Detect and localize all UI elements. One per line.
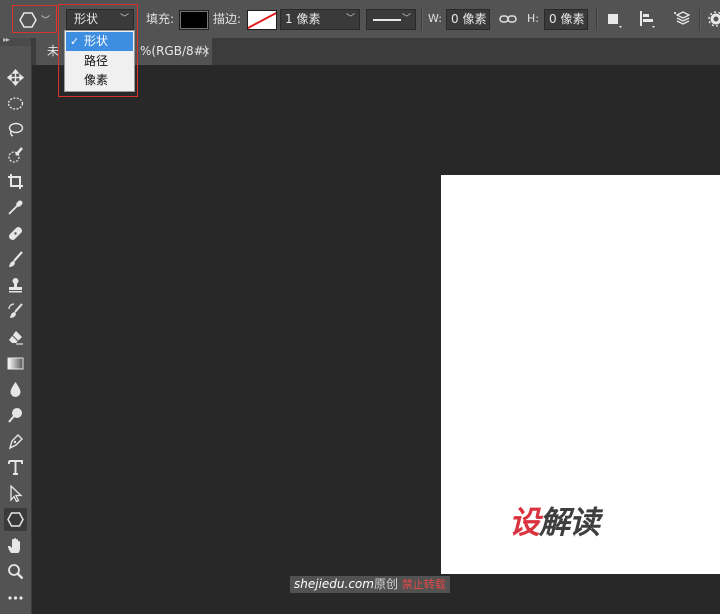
polygon-icon [7, 512, 24, 527]
path-operations-icon [608, 14, 622, 28]
brush-tool[interactable] [4, 248, 27, 271]
move-tool[interactable] [4, 66, 27, 89]
eyedropper-icon [8, 200, 23, 215]
collapse-arrows-icon: ▸▸ [3, 35, 10, 44]
dropdown-item-label: 路径 [84, 54, 109, 68]
move-icon [7, 69, 24, 86]
stroke-color-swatch[interactable] [247, 10, 277, 30]
chevron-down-icon: ﹀ [41, 16, 51, 26]
stroke-line-preview [373, 19, 401, 21]
path-selection-icon [10, 485, 23, 502]
elliptical-marquee-icon [7, 97, 24, 110]
clone-stamp-icon [9, 278, 22, 293]
tool-mode-dropdown: ✓ 形状 路径 像素 [64, 30, 135, 92]
width-input[interactable]: 0 像素 [446, 9, 490, 30]
divider [699, 8, 701, 30]
settings-button[interactable] [706, 9, 720, 29]
crop-icon [8, 174, 23, 189]
document-canvas[interactable]: 设解读 [441, 175, 720, 574]
zoom-icon [8, 564, 24, 580]
history-brush-icon [8, 303, 23, 318]
dodge-tool[interactable] [4, 404, 27, 427]
quick-selection-icon [8, 147, 23, 163]
fill-color-swatch[interactable] [179, 10, 209, 30]
healing-brush-icon [8, 226, 23, 241]
blur-icon [10, 382, 21, 397]
arrange-layers-icon [674, 11, 691, 25]
more-tools-icon [8, 596, 23, 600]
watermark-warning: 禁止转载 [401, 578, 446, 591]
path-alignment-button[interactable] [637, 9, 657, 29]
more-tools-button[interactable] [4, 586, 27, 609]
brand-logo: 设解读 [509, 505, 600, 541]
checkmark-icon: ✓ [70, 35, 80, 48]
link-dimensions-button[interactable] [498, 9, 518, 29]
chevron-down-icon: ﹀ [345, 14, 355, 24]
lasso-icon [8, 122, 24, 137]
document-tab-title-end: %(RGB/8#) [140, 44, 209, 58]
hand-icon [8, 538, 20, 553]
brush-icon [9, 251, 23, 267]
gradient-icon [7, 357, 24, 370]
eraser-icon [9, 331, 23, 345]
history-brush-tool[interactable] [4, 300, 27, 323]
dropdown-item-label: 形状 [84, 34, 109, 48]
polygon-icon [19, 12, 37, 28]
dropdown-item-shape[interactable]: ✓ 形状 [66, 32, 133, 51]
gear-icon [708, 11, 720, 27]
type-icon [8, 460, 23, 475]
divider [596, 8, 598, 30]
width-label: W: [428, 12, 442, 25]
watermark-original: 原创 [373, 577, 398, 591]
height-value: 0 像素 [549, 12, 585, 26]
chevron-down-icon: ﹀ [401, 14, 411, 24]
watermark-site: shejiedu.com [294, 577, 374, 591]
path-arrangement-button[interactable] [670, 9, 691, 29]
brand-logo-red: 设 [509, 505, 540, 541]
blur-tool[interactable] [4, 378, 27, 401]
panel-grip[interactable]: ▸▸ [0, 35, 31, 46]
eraser-tool[interactable] [4, 326, 27, 349]
marquee-tool[interactable] [4, 92, 27, 115]
height-input[interactable]: 0 像素 [544, 9, 588, 30]
pen-icon [8, 434, 23, 450]
eyedropper-tool[interactable] [4, 196, 27, 219]
tool-preset-picker[interactable]: ﹀ [12, 5, 57, 33]
clone-stamp-tool[interactable] [4, 274, 27, 297]
stroke-width-value: 1 像素 [285, 12, 321, 26]
divider [421, 8, 423, 30]
stroke-label: 描边: [213, 12, 242, 26]
close-tab-icon[interactable]: ✕ [201, 38, 210, 65]
stroke-style-picker[interactable]: ﹀ [366, 9, 416, 30]
brand-logo-gray: 解读 [539, 505, 600, 541]
watermark: shejiedu.com原创 禁止转载 [290, 576, 450, 593]
path-selection-tool[interactable] [4, 482, 27, 505]
tools-panel: ▸▸ [0, 35, 32, 614]
polygon-tool[interactable] [4, 508, 27, 531]
align-left-icon [640, 11, 655, 28]
stroke-width-field[interactable]: 1 像素 ﹀ [280, 9, 360, 30]
pen-tool[interactable] [4, 430, 27, 453]
type-tool[interactable] [4, 456, 27, 479]
quick-selection-tool[interactable] [4, 144, 27, 167]
lasso-tool[interactable] [4, 118, 27, 141]
path-operations-button[interactable] [604, 9, 624, 29]
dodge-icon [8, 408, 22, 423]
link-icon [499, 15, 517, 23]
dropdown-item-label: 像素 [84, 73, 109, 87]
width-value: 0 像素 [451, 12, 487, 26]
dropdown-item-path[interactable]: 路径 [66, 52, 133, 71]
healing-brush-tool[interactable] [4, 222, 27, 245]
fill-label: 填充: [146, 12, 175, 26]
gradient-tool[interactable] [4, 352, 27, 375]
dropdown-item-pixels[interactable]: 像素 [66, 71, 133, 90]
crop-tool[interactable] [4, 170, 27, 193]
height-label: H: [527, 12, 539, 25]
hand-tool[interactable] [4, 534, 27, 557]
zoom-tool[interactable] [4, 560, 27, 583]
